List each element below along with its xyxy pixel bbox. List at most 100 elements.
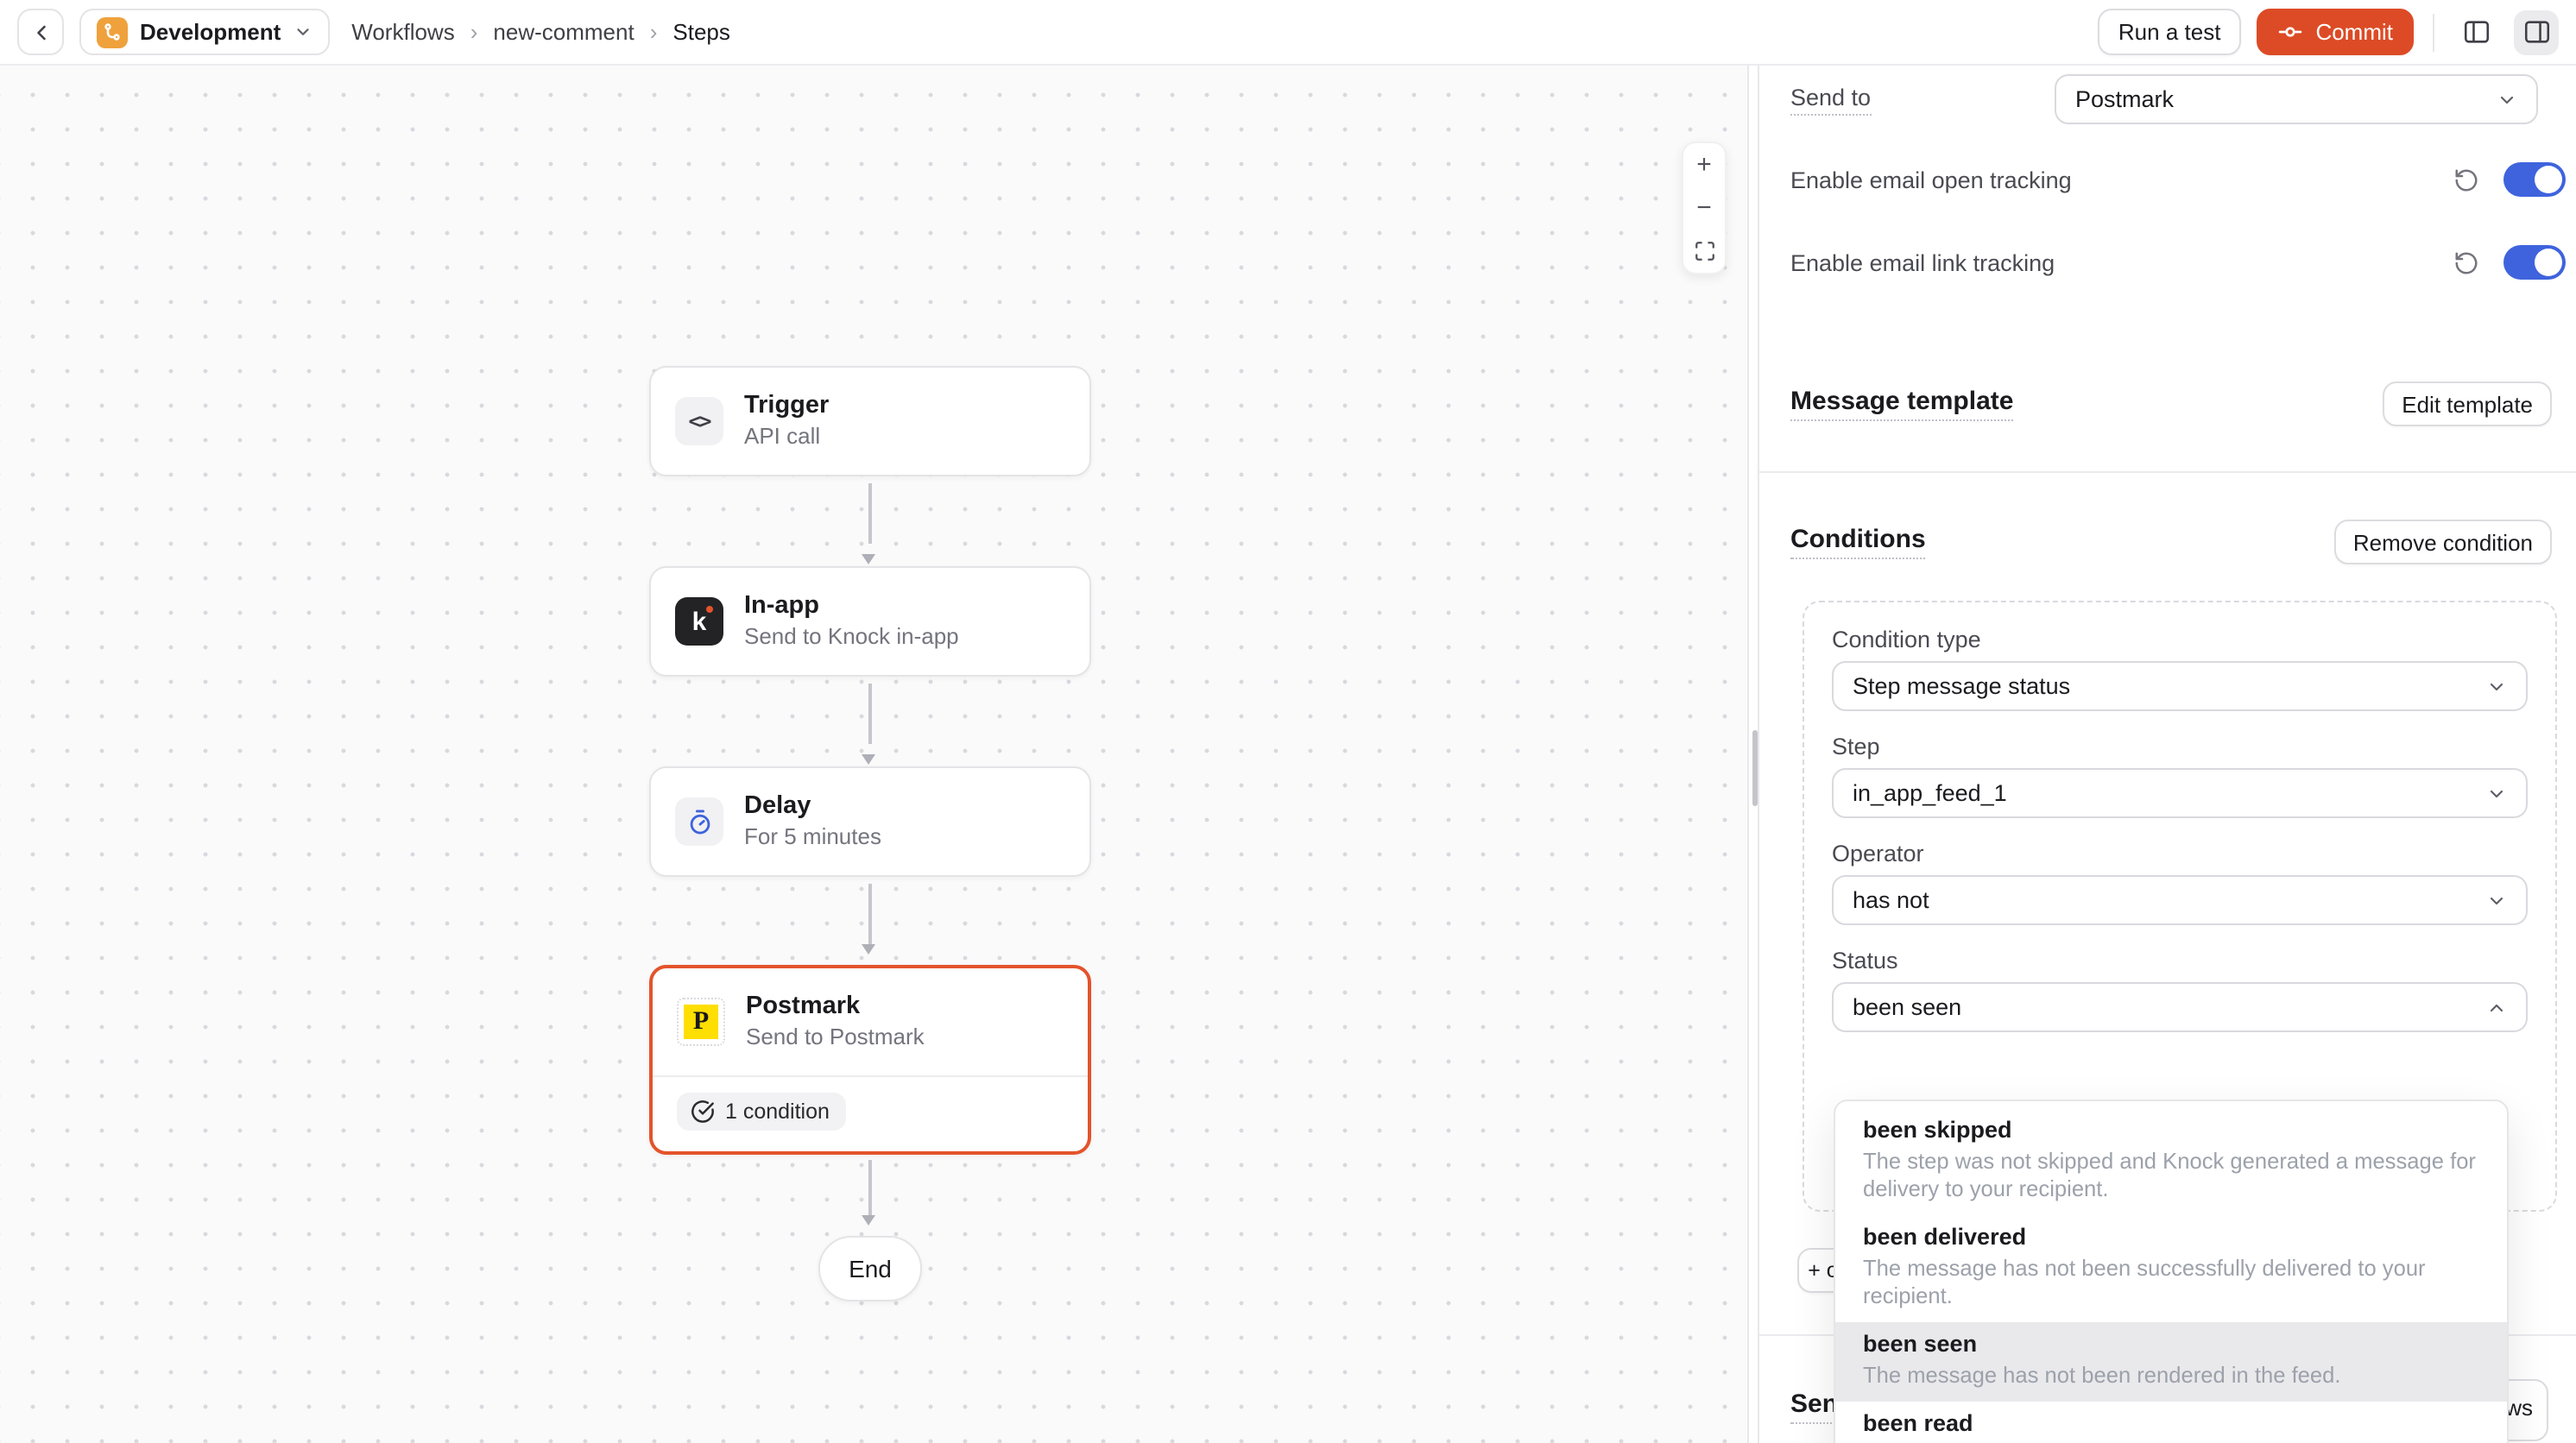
- node-subtitle: Send to Postmark: [746, 1024, 925, 1053]
- node-subtitle: Send to Knock in-app: [744, 623, 959, 652]
- dropdown-option-been-delivered[interactable]: been delivered The message has not been …: [1835, 1215, 2507, 1322]
- postmark-stamp-icon: P: [677, 998, 725, 1046]
- email-link-tracking-toggle[interactable]: [2503, 245, 2566, 280]
- condition-count-badge[interactable]: 1 condition: [677, 1093, 847, 1131]
- toggle-right-panel-button[interactable]: [2514, 9, 2559, 54]
- app-window: Development Workflows › new-comment › St…: [0, 0, 2576, 1443]
- option-title: been seen: [1863, 1331, 2479, 1358]
- step-label: Step: [1832, 734, 2528, 759]
- edge-arrowhead: [862, 944, 875, 955]
- canvas-zoom-controls: + −: [1682, 142, 1727, 274]
- breadcrumb-workflow-name[interactable]: new-comment: [493, 19, 634, 45]
- edge-arrowhead: [862, 1215, 875, 1226]
- edge-arrowhead: [862, 554, 875, 564]
- windows-button-label: ws: [2505, 1395, 2533, 1421]
- commit-label: Commit: [2315, 19, 2393, 45]
- option-description: The message has not been rendered in the…: [1863, 1362, 2479, 1389]
- run-a-test-button[interactable]: Run a test: [2098, 9, 2242, 55]
- node-subtitle: For 5 minutes: [744, 823, 881, 853]
- chevron-up-icon: [2486, 997, 2507, 1018]
- environment-switcher[interactable]: Development: [79, 9, 329, 55]
- edge-inapp-delay: [868, 684, 871, 744]
- topbar-divider: [2433, 13, 2434, 51]
- step-select[interactable]: in_app_feed_1: [1832, 768, 2528, 818]
- condition-type-label: Condition type: [1832, 627, 2528, 652]
- chevron-down-icon: [2486, 890, 2507, 911]
- stopwatch-icon: [675, 797, 723, 846]
- dropdown-option-been-seen[interactable]: been seen The message has not been rende…: [1835, 1322, 2507, 1402]
- option-title: been delivered: [1863, 1224, 2479, 1251]
- panel-right-icon: [2522, 17, 2551, 47]
- email-open-tracking-label: Enable email open tracking: [1790, 167, 2453, 192]
- option-description: The step was not skipped and Knock gener…: [1863, 1148, 2479, 1203]
- option-title: been skipped: [1863, 1117, 2479, 1144]
- dropdown-option-been-read[interactable]: been read: [1835, 1402, 2507, 1443]
- node-title: Postmark: [746, 991, 925, 1022]
- node-delay[interactable]: Delay For 5 minutes: [649, 766, 1091, 877]
- refresh-icon[interactable]: [2453, 167, 2479, 192]
- chevron-down-icon: [2497, 89, 2517, 110]
- panel-left-icon: [2461, 17, 2491, 47]
- node-end[interactable]: End: [818, 1236, 922, 1301]
- knock-logo-icon: k: [675, 597, 723, 646]
- refresh-icon[interactable]: [2453, 249, 2479, 275]
- back-button[interactable]: [17, 9, 64, 55]
- option-title: been read: [1863, 1410, 2479, 1438]
- condition-count-label: 1 condition: [725, 1100, 830, 1124]
- status-label: Status: [1832, 948, 2528, 974]
- panel-splitter[interactable]: [1747, 66, 1759, 1443]
- environment-label: Development: [140, 19, 281, 45]
- email-open-tracking-toggle[interactable]: [2503, 162, 2566, 197]
- edge-postmark-end: [868, 1160, 871, 1215]
- toggle-left-panel-button[interactable]: [2453, 9, 2498, 54]
- node-title: Delay: [744, 791, 881, 822]
- edge-delay-postmark: [868, 884, 871, 944]
- node-subtitle: API call: [744, 423, 829, 452]
- chevron-down-icon: [2486, 676, 2507, 696]
- send-to-select[interactable]: Postmark: [2055, 74, 2538, 124]
- breadcrumb-workflows[interactable]: Workflows: [351, 19, 454, 45]
- message-template-heading: Message template: [1790, 387, 2013, 421]
- code-icon: <>: [675, 397, 723, 445]
- chevron-down-icon: [293, 22, 312, 41]
- remove-condition-button[interactable]: Remove condition: [2334, 520, 2552, 564]
- zoom-in-button[interactable]: +: [1683, 143, 1725, 186]
- status-value: been seen: [1853, 994, 1961, 1020]
- chevron-left-icon: [28, 20, 53, 44]
- conditions-heading: Conditions: [1790, 525, 1926, 559]
- end-label: End: [849, 1255, 892, 1282]
- workflow-canvas[interactable]: <> Trigger API call k In-app Send to Kno…: [0, 66, 1747, 1443]
- fit-view-button[interactable]: [1683, 230, 1725, 273]
- status-select[interactable]: been seen: [1832, 982, 2528, 1032]
- chevron-down-icon: [2486, 783, 2507, 803]
- send-section-heading-clipped: Sen: [1790, 1389, 1838, 1424]
- section-divider: [1759, 471, 2576, 473]
- send-to-value: Postmark: [2075, 86, 2174, 112]
- node-title: Trigger: [744, 390, 829, 421]
- option-description: The message has not been successfully de…: [1863, 1255, 2479, 1310]
- node-title: In-app: [744, 590, 959, 621]
- edge-arrowhead: [862, 754, 875, 765]
- splitter-handle[interactable]: [1752, 730, 1758, 806]
- edit-template-button[interactable]: Edit template: [2383, 381, 2552, 426]
- node-trigger[interactable]: <> Trigger API call: [649, 366, 1091, 476]
- send-to-label: Send to: [1790, 84, 1871, 115]
- node-in-app[interactable]: k In-app Send to Knock in-app: [649, 566, 1091, 677]
- edge-trigger-inapp: [868, 483, 871, 544]
- zoom-out-button[interactable]: −: [1683, 186, 1725, 230]
- step-settings-panel: Send to Postmark Enable email open track…: [1759, 66, 2576, 1443]
- commit-button[interactable]: Commit: [2257, 9, 2414, 55]
- step-value: in_app_feed_1: [1853, 780, 2007, 806]
- operator-select[interactable]: has not: [1832, 875, 2528, 925]
- workflow-branch-icon: [97, 16, 128, 47]
- email-link-tracking-label: Enable email link tracking: [1790, 249, 2453, 275]
- breadcrumb: Workflows › new-comment › Steps: [351, 19, 730, 45]
- operator-label: Operator: [1832, 841, 2528, 866]
- condition-type-select[interactable]: Step message status: [1832, 661, 2528, 711]
- dropdown-option-been-skipped[interactable]: been skipped The step was not skipped an…: [1835, 1108, 2507, 1215]
- breadcrumb-separator: ›: [470, 19, 478, 45]
- breadcrumb-steps: Steps: [672, 19, 730, 45]
- circle-check-icon: [691, 1100, 715, 1124]
- node-postmark[interactable]: P Postmark Send to Postmark 1 condition: [649, 965, 1091, 1155]
- git-commit-icon: [2277, 19, 2303, 45]
